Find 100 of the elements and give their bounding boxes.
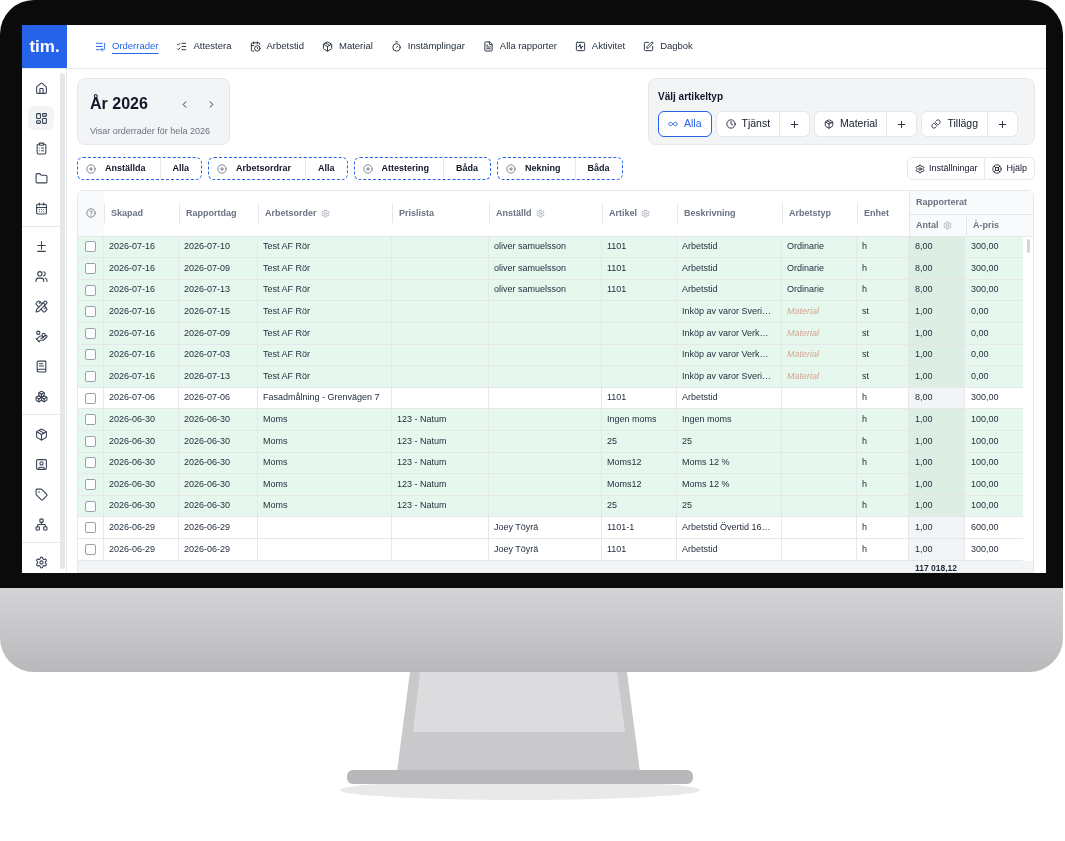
- table-cell-text: h: [862, 477, 867, 491]
- column-header[interactable]: Enhet: [864, 206, 889, 221]
- settings-icon[interactable]: [641, 208, 650, 218]
- article-type-option[interactable]: Tjänst: [715, 111, 781, 137]
- help-icon[interactable]: [86, 208, 96, 219]
- row-checkbox[interactable]: [85, 263, 96, 275]
- row-checkbox[interactable]: [85, 371, 96, 383]
- table-cell-text: 25: [607, 434, 617, 448]
- nav-tab[interactable]: Material: [322, 39, 373, 54]
- row-checkbox[interactable]: [85, 327, 96, 339]
- table-cell: h: [862, 456, 867, 470]
- table-row[interactable]: 2026-06-30 2026-06-30 Moms 123 - Natum Ingen moms Ingen moms h 1,00 100,00: [78, 409, 1023, 432]
- table-cell-text: Test AF Rör: [263, 261, 310, 275]
- table-row[interactable]: 2026-07-16 2026-07-03 Test AF Rör Inköp av varor Verk… Material st 1,00 0,00: [78, 344, 1023, 367]
- settings-icon[interactable]: [535, 208, 545, 218]
- column-header[interactable]: Arbetsorder: [265, 206, 317, 221]
- table-cell-text: 0,00: [971, 305, 989, 318]
- table-row[interactable]: 2026-06-30 2026-06-30 Moms 123 - Natum 25 25 h 1,00 100,00: [78, 431, 1023, 453]
- column-header[interactable]: À-pris: [973, 218, 999, 233]
- boxes-icon: [34, 389, 48, 403]
- column-header[interactable]: Arbetstyp: [789, 206, 831, 221]
- row-checkbox[interactable]: [85, 500, 96, 512]
- nav-tab[interactable]: Orderrader: [95, 39, 159, 54]
- sidebar-item[interactable]: [28, 106, 54, 130]
- table-cell-text: 2026-07-15: [184, 305, 231, 318]
- column-header[interactable]: Beskrivning: [684, 206, 736, 221]
- filter-chip[interactable]: Attestering Båda: [353, 157, 492, 180]
- toolbar-button[interactable]: Inställningar: [906, 157, 986, 180]
- table-row[interactable]: 2026-07-16 2026-07-10 Test AF Rör oliver samuelsson 1101 Arbetstid Ordinarie h 8,00 300,00: [78, 236, 1023, 259]
- nav-tab[interactable]: Alla rapporter: [482, 39, 557, 54]
- table-cell: h: [862, 499, 867, 513]
- column-header[interactable]: Anställd: [496, 206, 532, 221]
- row-checkbox[interactable]: [85, 392, 96, 404]
- nav-tab[interactable]: Arbetstid: [249, 39, 304, 54]
- scrollbar[interactable]: [60, 73, 65, 569]
- table-cell-text: st: [862, 326, 869, 340]
- row-checkbox[interactable]: [85, 414, 96, 426]
- filter-value: Alla: [171, 161, 191, 175]
- nav-tab[interactable]: Dagbok: [643, 39, 693, 54]
- filter-chip[interactable]: Anställda Alla: [77, 157, 203, 180]
- table-cell-text: 2026-06-30: [109, 477, 156, 491]
- column-header[interactable]: Antal: [916, 218, 939, 233]
- table-cell-text: h: [862, 520, 867, 534]
- filter-chip[interactable]: Nekning Båda: [497, 157, 623, 180]
- column-header[interactable]: Rapportdag: [186, 206, 237, 221]
- row-checkbox[interactable]: [85, 284, 96, 296]
- row-checkbox[interactable]: [85, 479, 96, 490]
- toolbar-button[interactable]: Hjälp: [985, 157, 1035, 180]
- filter-value: Båda: [586, 161, 611, 175]
- table-row[interactable]: 2026-07-16 2026-07-09 Test AF Rör oliver samuelsson 1101 Arbetstid Ordinarie h 8,00 300,00: [78, 258, 1023, 280]
- table-cell-text: 2026-06-30: [184, 413, 231, 426]
- table-row[interactable]: 2026-07-06 2026-07-06 Fasadmålning - Grenvägen 7 1101 Arbetstid h 8,00 300,00: [78, 387, 1023, 410]
- help-icon: [992, 163, 1003, 174]
- settings-icon: [34, 555, 48, 569]
- plus-icon: [896, 118, 908, 130]
- filter-label: Arbetsordrar: [236, 161, 293, 175]
- settings-icon[interactable]: [942, 220, 952, 230]
- table-cell-text: 123 - Natum: [397, 477, 447, 491]
- row-checkbox[interactable]: [85, 457, 96, 469]
- article-type-option[interactable]: Tillägg: [921, 111, 988, 137]
- table-row[interactable]: 2026-06-30 2026-06-30 Moms 123 - Natum Moms12 Moms 12 % h 1,00 100,00: [78, 452, 1023, 475]
- infinity-icon: [668, 119, 678, 129]
- logo[interactable]: tim.: [22, 25, 67, 68]
- table-row[interactable]: 2026-06-30 2026-06-30 Moms 123 - Natum Moms12 Moms 12 % h 1,00 100,00: [78, 474, 1023, 496]
- table-cell: h: [862, 283, 867, 297]
- table-row[interactable]: 2026-07-16 2026-07-15 Test AF Rör Inköp av varor Sveri… Material st 1,00 0,00: [78, 301, 1023, 324]
- table-row[interactable]: 2026-07-16 2026-07-13 Test AF Rör Inköp av varor Sveri… Material st 1,00 0,00: [78, 366, 1023, 388]
- column-header[interactable]: Artikel: [609, 206, 637, 221]
- table-cell-text: h: [862, 434, 867, 448]
- nav-tab[interactable]: Attestera: [176, 39, 232, 54]
- filter-chip[interactable]: Arbetsordrar Alla: [208, 157, 348, 180]
- table-cell: Test AF Rör: [263, 348, 310, 362]
- table-row[interactable]: 2026-06-30 2026-06-30 Moms 123 - Natum 25 25 h 1,00 100,00: [78, 495, 1023, 518]
- article-type-option[interactable]: Material: [814, 111, 888, 137]
- link-icon: [931, 119, 942, 129]
- row-checkbox[interactable]: [85, 435, 96, 447]
- row-checkbox[interactable]: [85, 306, 96, 318]
- nav-tab[interactable]: Instämplingar: [390, 39, 465, 54]
- box-icon: [322, 41, 333, 52]
- table-cell-text: Material: [787, 369, 819, 383]
- table-cell: 2026-07-06: [109, 391, 156, 405]
- article-type-option[interactable]: Alla: [658, 111, 712, 137]
- table-row[interactable]: 2026-07-16 2026-07-09 Test AF Rör Inköp av varor Verk… Material st 1,00 0,00: [78, 323, 1023, 345]
- home-icon: [34, 81, 48, 95]
- table-cell: 1,00: [915, 499, 933, 513]
- column-header[interactable]: Skapad: [111, 206, 143, 221]
- table-row[interactable]: 2026-06-29 2026-06-29 Joey Töyrä 1101-1 Arbetstid Övertid 16… h 1,00 600,00: [78, 517, 1023, 539]
- table-row[interactable]: 2026-06-29 2026-06-29 Joey Töyrä 1101 Arbetstid h 1,00 300,00: [78, 539, 1023, 561]
- column-header[interactable]: Prislista: [399, 206, 435, 221]
- table-row[interactable]: 2026-07-16 2026-07-13 Test AF Rör oliver samuelsson 1101 Arbetstid Ordinarie h 8,00 300,00: [78, 279, 1023, 302]
- settings-icon[interactable]: [320, 208, 330, 218]
- row-checkbox[interactable]: [85, 522, 96, 534]
- table-cell: Fasadmålning - Grenvägen 7: [263, 391, 380, 405]
- table-cell-text: 300,00: [971, 261, 999, 275]
- row-checkbox[interactable]: [85, 543, 96, 555]
- row-checkbox[interactable]: [85, 349, 96, 361]
- scrollbar[interactable]: [1026, 238, 1030, 253]
- nav-tab[interactable]: Aktivitet: [574, 39, 626, 54]
- row-checkbox[interactable]: [85, 241, 96, 253]
- table-cell-text: 2026-07-09: [184, 326, 231, 340]
